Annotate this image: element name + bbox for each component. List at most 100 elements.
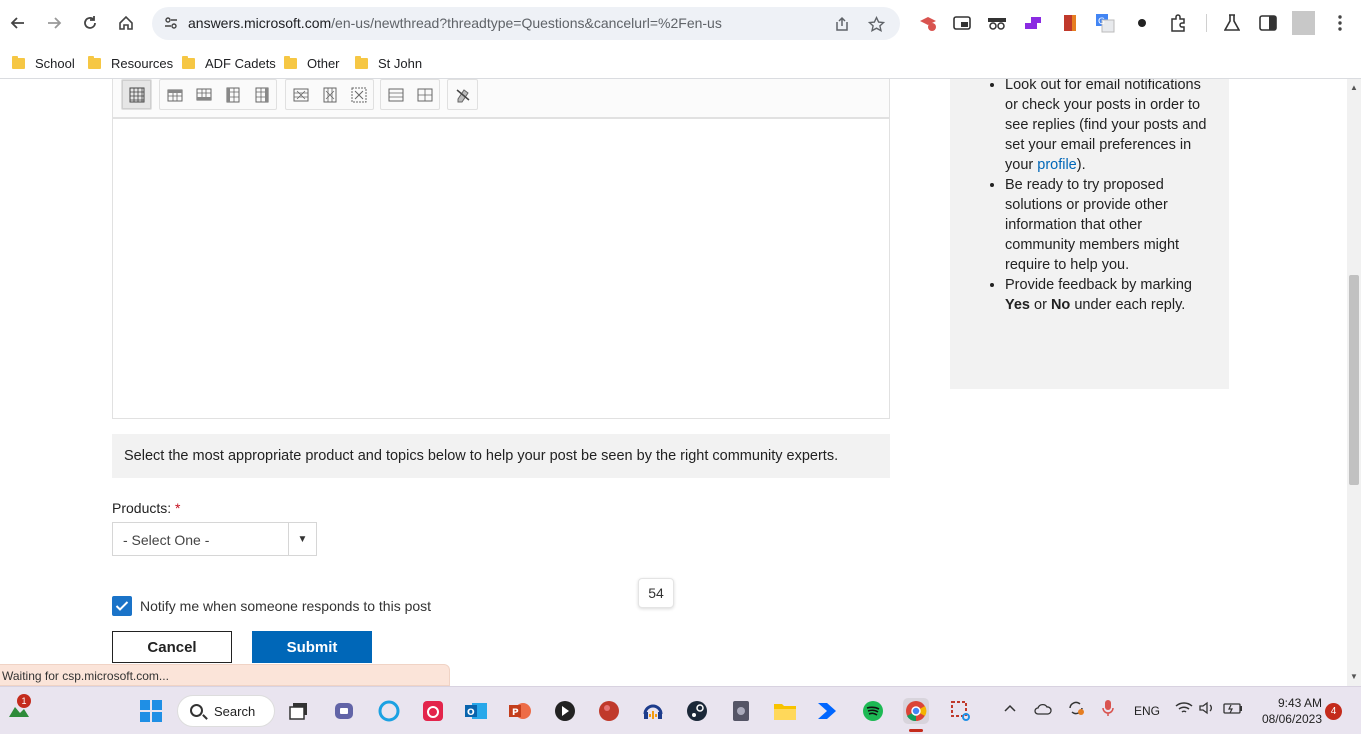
tip-item: Provide feedback by marking Yes or No un… <box>1005 275 1210 315</box>
cortana-circle-icon[interactable] <box>376 698 402 724</box>
submit-button[interactable]: Submit <box>252 631 372 663</box>
insert-row-below-icon[interactable] <box>189 80 218 109</box>
wifi-icon[interactable] <box>1175 701 1193 718</box>
outlook-icon[interactable]: O <box>463 698 489 724</box>
scroll-down-arrow-icon[interactable]: ▼ <box>1347 672 1361 682</box>
forward-arrow-icon[interactable] <box>40 9 68 37</box>
bookmark-folder-st-john[interactable]: St John <box>355 53 422 73</box>
notification-count-badge[interactable]: 4 <box>1325 703 1342 720</box>
folder-icon <box>355 55 368 69</box>
red-record-app-icon[interactable] <box>596 698 622 724</box>
creative-cloud-icon[interactable] <box>420 698 446 724</box>
insert-column-right-icon[interactable] <box>247 80 276 109</box>
microphone-icon[interactable] <box>1101 699 1115 720</box>
toolbar-group-insert <box>121 79 152 110</box>
insert-column-left-icon[interactable] <box>218 80 247 109</box>
insert-row-above-icon[interactable] <box>160 80 189 109</box>
home-icon[interactable] <box>112 9 140 37</box>
audacity-icon[interactable] <box>640 698 666 724</box>
svg-text:G: G <box>1098 17 1105 27</box>
volume-icon[interactable] <box>1199 701 1215 718</box>
delete-row-icon[interactable] <box>286 80 315 109</box>
insert-table-icon[interactable] <box>122 80 151 109</box>
chrome-icon[interactable] <box>903 698 929 724</box>
media-player-icon[interactable] <box>552 698 578 724</box>
incognito-mask-icon[interactable] <box>987 13 1007 33</box>
widgets-badge: 1 <box>17 694 31 708</box>
bookmark-folder-resources[interactable]: Resources <box>88 53 173 73</box>
editor-table-toolbar <box>112 79 890 118</box>
extension-cap-icon[interactable] <box>918 13 938 33</box>
side-panel-icon[interactable] <box>1258 13 1278 33</box>
onedrive-cloud-icon[interactable] <box>1034 703 1052 718</box>
picture-in-picture-icon[interactable] <box>952 13 972 33</box>
task-view-icon[interactable] <box>286 698 312 724</box>
profile-link[interactable]: profile <box>1037 157 1077 173</box>
steam-icon[interactable] <box>684 698 710 724</box>
book-extension-icon[interactable] <box>1060 13 1080 33</box>
windows-taskbar: 1 Search O P ENG 9:43 AM 08/06/2023 4 <box>0 686 1361 734</box>
sync-icon[interactable] <box>1067 699 1085 720</box>
folder-icon <box>284 55 297 69</box>
powerpoint-icon[interactable]: P <box>507 698 533 724</box>
post-body-editor[interactable] <box>112 118 890 419</box>
search-icon <box>190 704 203 717</box>
power-automate-icon[interactable] <box>815 698 841 724</box>
scroll-thumb[interactable] <box>1349 275 1359 485</box>
checkmark-icon <box>115 601 129 611</box>
teams-chat-icon[interactable] <box>331 698 357 724</box>
delete-column-icon[interactable] <box>315 80 344 109</box>
labs-flask-icon[interactable] <box>1222 13 1242 33</box>
clear-formatting-icon[interactable] <box>448 80 477 109</box>
translate-icon[interactable]: G <box>1095 13 1115 33</box>
snipping-tool-icon[interactable] <box>948 698 974 724</box>
merge-cells-icon[interactable] <box>381 80 410 109</box>
tip-item: Look out for email notifications or chec… <box>1005 79 1210 175</box>
taskbar-search-box[interactable]: Search <box>177 695 275 727</box>
cancel-button[interactable]: Cancel <box>112 631 232 663</box>
svg-text:P: P <box>512 708 519 718</box>
page-scrollbar[interactable]: ▲ ▼ <box>1347 79 1361 686</box>
tips-side-panel: Look out for email notifications or chec… <box>950 79 1229 389</box>
extensions-puzzle-icon[interactable] <box>1168 13 1188 33</box>
tray-chevron-icon[interactable] <box>1004 701 1016 715</box>
file-explorer-icon[interactable] <box>772 698 798 724</box>
share-icon[interactable] <box>832 14 852 34</box>
scroll-up-arrow-icon[interactable]: ▲ <box>1347 83 1361 93</box>
browser-menu-icon[interactable] <box>1330 10 1350 36</box>
products-label: Products: * <box>112 500 181 516</box>
clock-time: 9:43 AM <box>1277 696 1322 710</box>
chrome-active-indicator <box>909 729 923 732</box>
bookmark-star-icon[interactable] <box>866 14 886 34</box>
desktop-app-icon[interactable] <box>728 698 754 724</box>
bookmark-folder-other[interactable]: Other <box>284 53 340 73</box>
back-arrow-icon[interactable] <box>4 9 32 37</box>
dark-extension-icon[interactable] <box>1132 13 1152 33</box>
svg-text:O: O <box>467 708 475 718</box>
notify-checkbox[interactable] <box>112 596 132 616</box>
start-windows-icon[interactable] <box>138 698 164 724</box>
products-select[interactable]: - Select One - ▼ <box>112 522 317 556</box>
taskbar-clock[interactable]: 9:43 AM 08/06/2023 <box>1250 695 1322 727</box>
delete-table-icon[interactable] <box>344 80 373 109</box>
toolbar-separator <box>1206 14 1207 32</box>
site-settings-icon[interactable] <box>162 14 180 32</box>
browser-toolbar: answers.microsoft.com/en-us/newthread?th… <box>0 0 1361 46</box>
products-select-value: - Select One - <box>123 532 210 548</box>
tetris-extension-icon[interactable] <box>1023 13 1043 33</box>
dropdown-arrow-icon[interactable]: ▼ <box>288 523 316 555</box>
split-cells-icon[interactable] <box>410 80 439 109</box>
spotify-icon[interactable] <box>860 698 886 724</box>
bookmark-folder-school[interactable]: School <box>12 53 75 73</box>
profile-avatar[interactable] <box>1292 11 1315 35</box>
input-language[interactable]: ENG <box>1134 704 1160 718</box>
toolbar-group-rows-cols <box>159 79 277 110</box>
folder-icon <box>182 55 195 69</box>
folder-icon <box>88 55 101 69</box>
notify-label: Notify me when someone responds to this … <box>140 598 432 614</box>
bookmark-folder-adf-cadets[interactable]: ADF Cadets <box>182 53 276 73</box>
address-bar[interactable]: answers.microsoft.com/en-us/newthread?th… <box>152 7 900 40</box>
product-info-banner: Select the most appropriate product and … <box>112 434 890 478</box>
battery-icon[interactable] <box>1223 702 1243 717</box>
reload-icon[interactable] <box>76 9 104 37</box>
